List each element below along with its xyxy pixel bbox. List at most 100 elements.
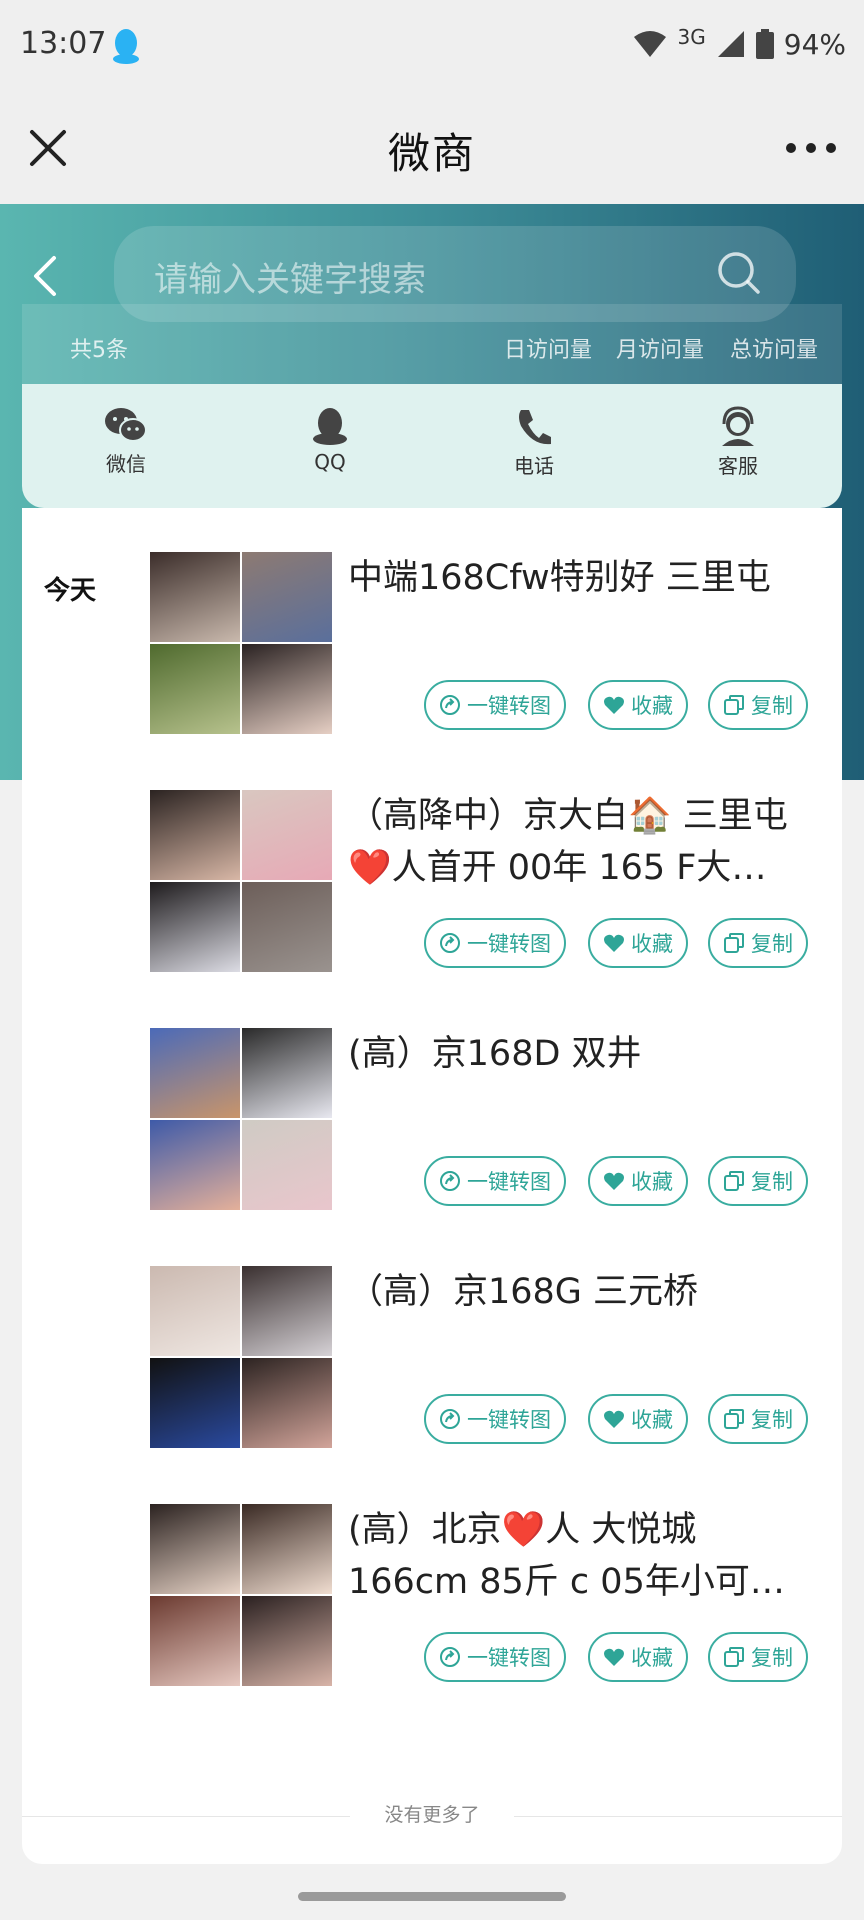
copy-button[interactable]: 复制: [708, 1156, 808, 1206]
button-label: 一键转图: [467, 1408, 551, 1432]
more-dot-icon: [786, 143, 796, 153]
share-arrow-icon: [440, 695, 460, 715]
more-dot-icon: [806, 143, 816, 153]
convert-image-button[interactable]: 一键转图: [424, 1156, 566, 1206]
heart-icon: [604, 696, 624, 714]
item-title: (高）京168D 双井: [348, 1034, 642, 1074]
signal-icon: [717, 31, 744, 57]
share-arrow-icon: [440, 1647, 460, 1667]
stats-total: 共5条: [70, 338, 128, 363]
customer-service-icon: [722, 406, 754, 446]
contact-qq[interactable]: QQ: [270, 406, 390, 474]
end-of-list-text: 没有更多了: [350, 1804, 514, 1826]
item-title: 中端168Cfw特别好 三里屯: [348, 558, 771, 598]
contact-wechat[interactable]: 微信: [66, 406, 186, 477]
heart-icon: [604, 1172, 624, 1190]
button-label: 一键转图: [467, 1646, 551, 1670]
qq-notification-icon: [113, 29, 139, 64]
status-indicators: 3G 94%: [632, 24, 846, 64]
button-label: 复制: [751, 1170, 793, 1194]
photo-thumbnail[interactable]: [150, 1266, 332, 1448]
copy-button[interactable]: 复制: [708, 918, 808, 968]
heart-icon: [604, 1648, 624, 1666]
button-label: 一键转图: [467, 932, 551, 956]
button-label: 收藏: [631, 694, 673, 718]
button-label: 收藏: [631, 1170, 673, 1194]
button-label: 一键转图: [467, 694, 551, 718]
convert-image-button[interactable]: 一键转图: [424, 1632, 566, 1682]
heart-icon: [604, 934, 624, 952]
item-title: (高）北京❤️人 大悦城 166cm 85斤 c 05年小可爱…: [348, 1510, 750, 1602]
favorite-button[interactable]: 收藏: [588, 680, 688, 730]
share-arrow-icon: [440, 1171, 460, 1191]
search-placeholder: 请输入关键字搜索: [154, 260, 426, 300]
copy-button[interactable]: 复制: [708, 680, 808, 730]
stats-total-visits: 总访问量: [730, 338, 819, 363]
share-arrow-icon: [440, 933, 460, 953]
button-label: 收藏: [631, 1646, 673, 1670]
list-item[interactable]: （高降中）京大白🏠 三里屯❤️人首开 00年 165 F大🐻 长发 一键转图 收…: [150, 790, 830, 980]
favorite-button[interactable]: 收藏: [588, 1156, 688, 1206]
end-of-list: 没有更多了: [22, 1800, 842, 1827]
button-label: 收藏: [631, 932, 673, 956]
button-label: 一键转图: [467, 1170, 551, 1194]
day-label: 今天: [44, 576, 97, 606]
more-dot-icon: [826, 143, 836, 153]
contact-label: QQ: [314, 450, 346, 474]
copy-button[interactable]: 复制: [708, 1394, 808, 1444]
heart-icon: [604, 1410, 624, 1428]
battery-icon: [755, 29, 774, 59]
stats-monthly-visits: 月访问量: [616, 338, 705, 363]
list-item[interactable]: 中端168Cfw特别好 三里屯 一键转图 收藏 复制: [150, 552, 830, 742]
photo-thumbnail[interactable]: [150, 1028, 332, 1210]
wechat-icon: [105, 408, 147, 442]
contact-phone[interactable]: 电话: [474, 406, 594, 479]
favorite-button[interactable]: 收藏: [588, 1632, 688, 1682]
network-type: 3G: [677, 25, 706, 49]
qq-icon: [313, 408, 347, 445]
stats-daily-visits: 日访问量: [504, 338, 593, 363]
more-options-button[interactable]: [786, 130, 836, 166]
copy-button[interactable]: 复制: [708, 1632, 808, 1682]
search-icon[interactable]: [716, 250, 762, 296]
contact-customer-service[interactable]: 客服: [678, 406, 798, 479]
contact-label: 客服: [718, 454, 758, 478]
page-title: 微商: [387, 129, 476, 178]
stats-strip: [22, 304, 842, 388]
copy-icon: [724, 1171, 744, 1191]
favorite-button[interactable]: 收藏: [588, 1394, 688, 1444]
wifi-icon: [633, 31, 666, 57]
back-icon[interactable]: [26, 252, 66, 300]
copy-icon: [724, 933, 744, 953]
post-list: 今天 中端168Cfw特别好 三里屯 一键转图 收藏 复制 （高降中）京大白🏠 …: [22, 508, 842, 1864]
list-item[interactable]: (高）京168D 双井 一键转图 收藏 复制: [150, 1028, 830, 1218]
contact-label: 微信: [106, 452, 146, 476]
button-label: 复制: [751, 694, 793, 718]
convert-image-button[interactable]: 一键转图: [424, 1394, 566, 1444]
list-item[interactable]: (高）北京❤️人 大悦城 166cm 85斤 c 05年小可爱… 一键转图 收藏…: [150, 1504, 830, 1694]
status-bar: 13:07 3G 94%: [0, 0, 864, 92]
status-time: 13:07: [20, 26, 107, 61]
photo-thumbnail[interactable]: [150, 790, 332, 972]
contact-card: 微信 QQ 电话 客服: [22, 384, 842, 508]
contact-label: 电话: [514, 454, 554, 478]
list-item[interactable]: （高）京168G 三元桥 一键转图 收藏 复制: [150, 1266, 830, 1456]
button-label: 复制: [751, 1408, 793, 1432]
photo-thumbnail[interactable]: [150, 552, 332, 734]
home-indicator[interactable]: [298, 1892, 566, 1901]
favorite-button[interactable]: 收藏: [588, 918, 688, 968]
copy-icon: [724, 695, 744, 715]
phone-icon: [519, 410, 551, 445]
photo-thumbnail[interactable]: [150, 1504, 332, 1686]
convert-image-button[interactable]: 一键转图: [424, 680, 566, 730]
app-bar: 微商: [0, 92, 864, 204]
battery-level: 94%: [783, 27, 846, 61]
copy-icon: [724, 1409, 744, 1429]
share-arrow-icon: [440, 1409, 460, 1429]
button-label: 复制: [751, 1646, 793, 1670]
button-label: 收藏: [631, 1408, 673, 1432]
item-title: （高降中）京大白🏠 三里屯❤️人首开 00年 165 F大🐻 长发: [348, 796, 788, 888]
item-title: （高）京168G 三元桥: [348, 1272, 699, 1312]
copy-icon: [724, 1647, 744, 1667]
convert-image-button[interactable]: 一键转图: [424, 918, 566, 968]
